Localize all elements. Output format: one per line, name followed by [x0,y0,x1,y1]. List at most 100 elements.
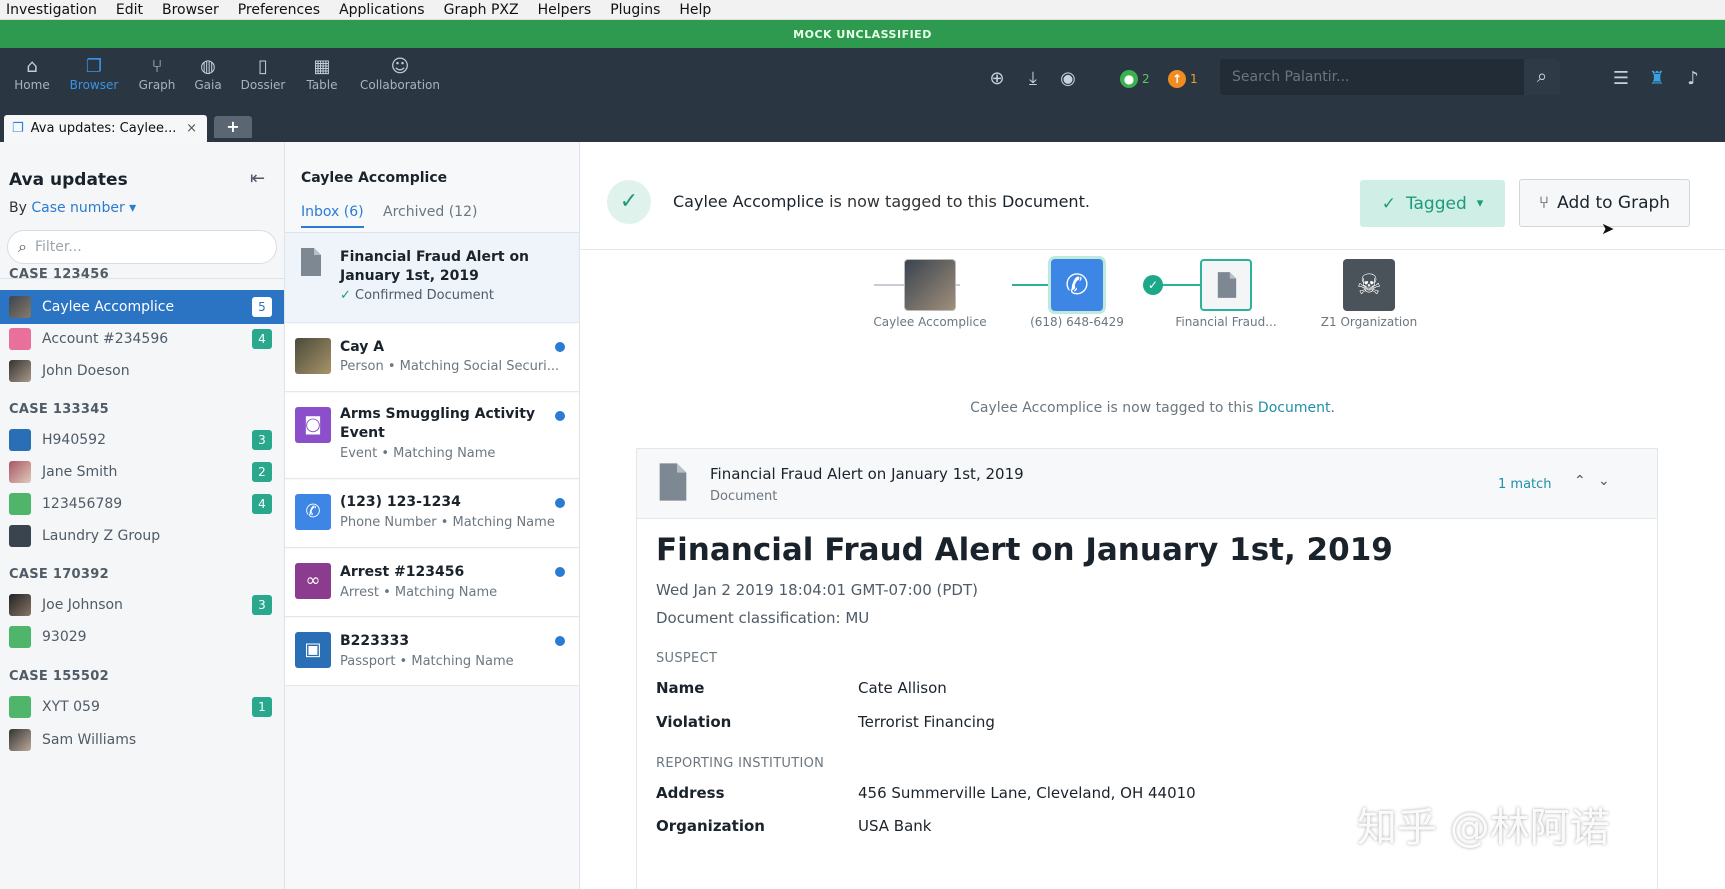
nav-browser[interactable]: ❐ Browser [64,56,124,92]
passport-icon: ▣ [295,632,331,668]
group-by-value[interactable]: Case number [31,200,124,216]
graph-node-document[interactable] [1200,259,1252,311]
collapse-sidebar-icon[interactable]: ⇤ [250,168,265,189]
event-icon: ◙ [295,407,331,443]
phone-icon: ✆ [295,494,331,530]
menu-browser[interactable]: Browser [162,2,219,18]
inbox-title: Caylee Accomplice [301,170,448,186]
globe-icon: ◍ [200,56,216,77]
nav-table[interactable]: ▦ Table [292,56,352,92]
match-count-link[interactable]: 1 match [1498,477,1552,492]
inbox-item-cay-a[interactable]: Cay A Person • Matching Social Securi... [285,324,579,392]
green-status[interactable]: ● 2 [1120,67,1150,91]
sidebar-item-label: H940592 [42,432,106,448]
bell-icon[interactable]: ♪ [1680,66,1706,92]
inbox-item-subtitle: ✓ Confirmed Document [340,288,565,303]
document-icon [659,463,687,501]
tab-inbox[interactable]: Inbox (6) [301,204,364,228]
unread-dot [555,498,565,508]
menu-graph-pxz[interactable]: Graph PXZ [444,2,519,18]
tab-archived[interactable]: Archived (12) [383,204,477,220]
field-value: 456 Summerville Lane, Cleveland, OH 4401… [858,784,1196,802]
field-key: Violation [656,713,732,731]
sidebar-item-xyt-059[interactable]: XYT 059 1 [0,690,284,724]
count-badge: 5 [252,297,272,317]
sidebar-item-joe-johnson[interactable]: Joe Johnson 3 [0,588,284,622]
user-icon[interactable]: ♜ [1644,66,1670,92]
organization-icon[interactable]: ☠ [1343,259,1395,311]
nav-home[interactable]: ⌂ Home [2,56,62,92]
nav-dossier[interactable]: ▯ Dossier [233,56,293,92]
orange-status[interactable]: ↑ 1 [1168,67,1198,91]
app-header: ⌂ Home ❐ Browser ⑂ Graph ◍ Gaia ▯ Dossie… [0,48,1725,110]
menu-edit[interactable]: Edit [116,2,143,18]
filter-input[interactable] [34,239,245,255]
close-icon[interactable]: × [186,121,197,136]
chevron-down-icon[interactable]: ⌄ [1598,473,1610,489]
sidebar-item-h940592[interactable]: H940592 3 [0,423,284,457]
menu-helpers[interactable]: Helpers [538,2,592,18]
unread-dot [555,567,565,577]
graph-message: Caylee Accomplice is now tagged to this … [580,400,1725,416]
menu-applications[interactable]: Applications [339,2,425,18]
menu-plugins[interactable]: Plugins [610,2,660,18]
document-icon [301,248,321,276]
account-icon [9,328,31,350]
add-to-graph-label: Add to Graph [1557,193,1671,213]
document-title: Financial Fraud Alert on January 1st, 20… [656,532,1393,568]
inbox-item-title: Financial Fraud Alert on January 1st, 20… [340,249,530,284]
inbox-panel: Caylee Accomplice Inbox (6) Archived (12… [285,142,580,889]
sidebar-item-caylee-accomplice[interactable]: Caylee Accomplice 5 [0,290,284,324]
count-badge: 2 [252,462,272,482]
search-icon[interactable]: ⌕ [1524,59,1560,95]
camera-icon[interactable]: ◉ [1055,66,1081,92]
sidebar-item-sam-williams[interactable]: Sam Williams [0,723,284,757]
chevron-up-icon[interactable]: ⌃ [1574,473,1586,489]
nav-gaia[interactable]: ◍ Gaia [178,56,238,92]
list-icon[interactable]: ☰ [1608,66,1634,92]
sidebar-item-123456789[interactable]: 123456789 4 [0,487,284,521]
sidebar: Ava updates ⇤ By Case number ▾ ⌕ CASE 12… [0,142,285,889]
sidebar-item-john-doeson[interactable]: John Doeson [0,354,284,388]
download-icon[interactable]: ⤓ [1020,66,1046,92]
sidebar-item-label: Sam Williams [42,732,137,748]
graph-node-person[interactable] [904,259,956,311]
menu-bar: Investigation Edit Browser Preferences A… [0,0,1725,20]
document-card-header[interactable]: Financial Fraud Alert on January 1st, 20… [637,449,1657,519]
phone-icon[interactable]: ✆ [1051,259,1103,311]
graph-node-label: (618) 648-6429 [1030,315,1124,329]
nav-collaboration[interactable]: ☺ Collaboration [358,56,442,92]
sidebar-item-account[interactable]: Account #234596 4 [0,322,284,356]
section-header: SUSPECT [656,651,718,666]
menu-investigation[interactable]: Investigation [6,2,97,18]
sidebar-item-93029[interactable]: 93029 [0,620,284,654]
inbox-item-arrest[interactable]: ∞ Arrest #123456 Arrest • Matching Name [285,549,579,617]
graph-node-label: Caylee Accomplice [873,315,987,329]
inbox-item-arms-smuggling[interactable]: ◙ Arms Smuggling Activity Event Event • … [285,393,579,479]
inbox-item-fraud-alert[interactable]: Financial Fraud Alert on January 1st, 20… [285,233,579,323]
sidebar-item-jane-smith[interactable]: Jane Smith 2 [0,455,284,489]
handcuffs-icon: ∞ [295,563,331,599]
add-icon[interactable]: ⊕ [984,66,1010,92]
document-icon [1217,272,1237,298]
person-avatar [9,729,31,751]
sidebar-item-laundry-z-group[interactable]: Laundry Z Group [0,519,284,553]
tag-notification-bar: ✓ Caylee Accomplice is now tagged to thi… [580,142,1725,250]
menu-preferences[interactable]: Preferences [238,2,320,18]
group-by-selector[interactable]: By Case number ▾ [9,200,136,216]
inbox-item-passport[interactable]: ▣ B223333 Passport • Matching Name [285,618,579,686]
document-link[interactable]: Document [1258,400,1331,416]
classification-banner: MOCK UNCLASSIFIED [0,20,1725,48]
inbox-item-phone[interactable]: ✆ (123) 123-1234 Phone Number • Matching… [285,480,579,548]
tab-ava-updates[interactable]: ❐ Ava updates: Caylee... × [4,115,207,142]
field-key: Organization [656,817,765,835]
sidebar-item-label: 93029 [42,629,87,645]
menu-help[interactable]: Help [679,2,711,18]
search-input[interactable] [1232,69,1512,85]
inbox-item-subtitle: Person • Matching Social Securi... [340,359,560,374]
green-count: 2 [1142,72,1150,86]
new-tab-button[interactable]: + [214,116,252,138]
tagged-button[interactable]: ✓ Tagged ▾ [1360,180,1505,227]
filter-box: ⌕ [7,230,277,264]
mouse-cursor-icon: ➤ [1601,219,1615,238]
